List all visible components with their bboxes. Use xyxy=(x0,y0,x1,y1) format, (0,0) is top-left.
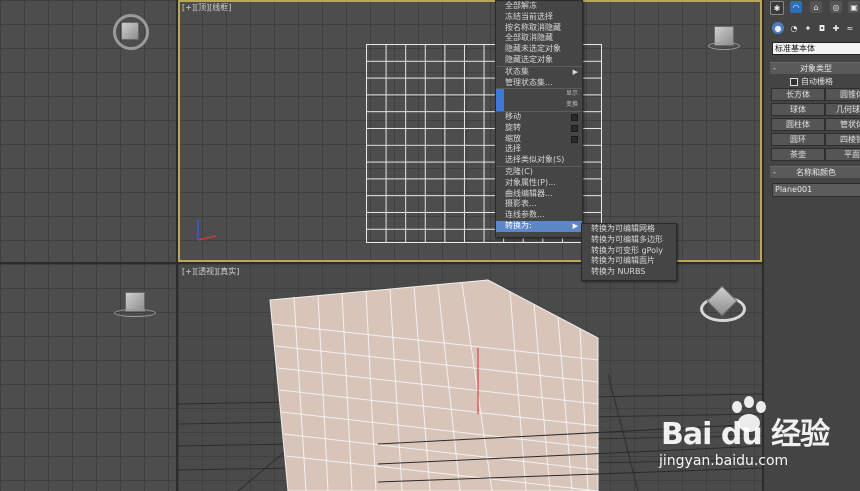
menu-item-hide-selection[interactable]: 隐藏选定对象 xyxy=(496,55,582,66)
submenu-item-nurbs[interactable]: 转换为 NURBS xyxy=(582,267,676,278)
cylinder-button[interactable]: 圆柱体 xyxy=(771,118,825,131)
object-type-rollout[interactable]: - 对象类型 xyxy=(770,62,860,74)
menu-item-unhide-all[interactable]: 全部取消隐藏 xyxy=(496,33,582,44)
settings-box-icon[interactable] xyxy=(571,113,578,121)
menu-item-hide-unselected[interactable]: 隐藏未选定对象 xyxy=(496,44,582,55)
category-dropdown[interactable]: 标准基本体 xyxy=(772,42,860,55)
menu-item-unfreeze-all[interactable]: 全部解冻 xyxy=(496,1,582,12)
viewport-left-bottom[interactable] xyxy=(0,264,176,491)
collapse-icon: - xyxy=(773,64,776,73)
cone-button[interactable]: 圆锥体 xyxy=(825,88,860,101)
torus-button[interactable]: 圆环 xyxy=(771,133,825,146)
menu-quad-label-transform: 变换 xyxy=(496,100,582,111)
quad-marker-icon xyxy=(496,89,504,101)
motion-tab-icon[interactable]: ◎ xyxy=(830,1,842,13)
watermark-url: jingyan.baidu.com xyxy=(659,453,789,469)
submenu-arrow-icon: ▶ xyxy=(572,67,578,76)
checkbox-icon[interactable] xyxy=(790,77,798,86)
menu-item-rotate[interactable]: 旋转 xyxy=(496,123,582,134)
quad-menu[interactable]: 全部解冻 冻结当前选择 按名称取消隐藏 全部取消隐藏 隐藏未选定对象 隐藏选定对… xyxy=(495,0,583,238)
modify-tab-icon[interactable]: ◠ xyxy=(790,1,802,13)
menu-item-freeze-selection[interactable]: 冻结当前选择 xyxy=(496,12,582,23)
menu-item-manage-state-sets[interactable]: 管理状态集... xyxy=(496,78,582,89)
helpers-icon[interactable]: ✚ xyxy=(830,22,842,34)
pyramid-button[interactable]: 四棱锥 xyxy=(825,133,860,146)
menu-item-unhide-by-name[interactable]: 按名称取消隐藏 xyxy=(496,23,582,34)
menu-item-curve-editor[interactable]: 曲线编辑器... xyxy=(496,189,582,200)
display-tab-icon[interactable]: ▣ xyxy=(848,1,860,13)
menu-item-select[interactable]: 选择 xyxy=(496,144,582,155)
submenu-item-gpoly[interactable]: 转换为可变形 gPoly xyxy=(582,246,676,257)
settings-box-icon[interactable] xyxy=(571,135,578,143)
submenu-item-editable-poly[interactable]: 转换为可编辑多边形 xyxy=(582,235,676,246)
viewcube[interactable] xyxy=(121,22,139,40)
menu-item-state-sets[interactable]: 状态集 ▶ xyxy=(496,65,582,78)
geosphere-button[interactable]: 几何球体 xyxy=(825,103,860,116)
menu-item-object-properties[interactable]: 对象属性(P)... xyxy=(496,178,582,189)
menu-item-scale[interactable]: 缩放 xyxy=(496,134,582,145)
create-tab-icon[interactable]: ✱ xyxy=(770,1,784,15)
menu-item-clone[interactable]: 克隆(C) xyxy=(496,165,582,178)
convert-submenu[interactable]: 转换为可编辑网格 转换为可编辑多边形 转换为可变形 gPoly 转换为可编辑面片… xyxy=(581,223,677,281)
teapot-button[interactable]: 茶壶 xyxy=(771,148,825,161)
menu-quad-label-display: 显示 xyxy=(496,88,582,101)
submenu-arrow-icon: ▶ xyxy=(572,221,578,230)
menu-item-move[interactable]: 移动 xyxy=(496,110,582,123)
geometry-icon[interactable]: ● xyxy=(772,22,784,34)
box-button[interactable]: 长方体 xyxy=(771,88,825,101)
menu-item-convert-to[interactable]: 转换为: ▶ xyxy=(496,220,582,232)
lights-icon[interactable]: ✦ xyxy=(802,22,814,34)
name-color-rollout[interactable]: - 名称和颜色 xyxy=(770,166,860,178)
tube-button[interactable]: 管状体 xyxy=(825,118,860,131)
menu-item-select-similar[interactable]: 选择类似对象(S) xyxy=(496,155,582,166)
hierarchy-tab-icon[interactable]: ⌂ xyxy=(810,1,822,13)
spacewarps-icon[interactable]: ≈ xyxy=(844,22,856,34)
submenu-item-editable-mesh[interactable]: 转换为可编辑网格 xyxy=(582,224,676,235)
autogrid-checkbox[interactable]: 自动栅格 xyxy=(790,76,833,87)
menu-item-wire-parameters[interactable]: 连线参数... xyxy=(496,210,582,221)
viewcube-top-ring[interactable] xyxy=(708,42,740,50)
collapse-icon: - xyxy=(773,168,776,177)
panel-sub-tabs: ● ◔ ✦ ◘ ✚ ≈ xyxy=(764,21,860,35)
settings-box-icon[interactable] xyxy=(571,124,578,132)
watermark-brand: Bai du 经验 xyxy=(661,417,830,452)
shapes-icon[interactable]: ◔ xyxy=(788,22,800,34)
viewport-left-top[interactable] xyxy=(0,0,176,262)
menu-item-dope-sheet[interactable]: 摄影表... xyxy=(496,199,582,210)
quad-marker-icon xyxy=(496,100,504,111)
sphere-button[interactable]: 球体 xyxy=(771,103,825,116)
object-name-field[interactable]: Plane001 xyxy=(772,183,860,197)
viewcube-left-ring[interactable] xyxy=(114,309,156,317)
panel-main-tabs: ✱ ◠ ⌂ ◎ ▣ xyxy=(764,0,860,15)
axis-tripod-icon xyxy=(197,220,217,241)
plane-button[interactable]: 平面 xyxy=(825,148,860,161)
submenu-item-editable-patch[interactable]: 转换为可编辑面片 xyxy=(582,256,676,267)
cameras-icon[interactable]: ◘ xyxy=(816,22,828,34)
viewport-top-label[interactable]: [+][顶][线框] xyxy=(182,2,231,13)
baidu-watermark: Bai du 经验 jingyan.baidu.com xyxy=(655,395,855,485)
